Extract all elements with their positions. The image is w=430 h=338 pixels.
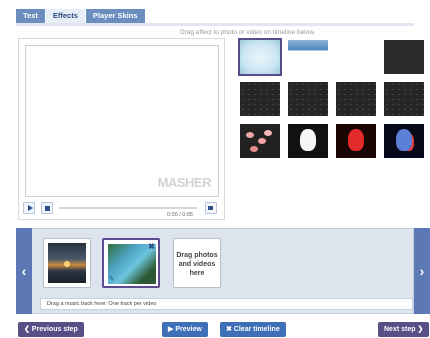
dark-effect-icon[interactable]: [384, 40, 424, 74]
tab-bar: Text Effects Player Skins: [16, 9, 145, 23]
play-button[interactable]: [23, 202, 35, 214]
music-track-drop-zone[interactable]: Drag a music track here: One track per v…: [40, 298, 413, 310]
tab-player-skins[interactable]: Player Skins: [85, 9, 145, 23]
remove-clip-icon[interactable]: ✖: [147, 242, 156, 251]
scroll-right-button[interactable]: ›: [414, 228, 430, 314]
wrench-icon[interactable]: ✎: [107, 275, 116, 284]
noise-effect-icon[interactable]: [240, 82, 280, 116]
next-step-button[interactable]: Next step ❯: [378, 322, 430, 337]
masher-editor: Text Effects Player Skins Drag effect to…: [0, 0, 430, 338]
noise-effect-icon[interactable]: [288, 82, 328, 116]
drip-effect-icon[interactable]: [288, 40, 328, 74]
masher-watermark: MASHER: [157, 175, 212, 190]
timeline-clip-sunset[interactable]: [43, 238, 91, 288]
red-face-effect-icon[interactable]: [336, 124, 376, 158]
previous-step-button[interactable]: ❮ Previous step: [18, 322, 84, 337]
timecode: 0:00 / 0:05: [167, 212, 193, 218]
scroll-left-button[interactable]: ‹: [16, 228, 32, 314]
effects-grid: [238, 38, 426, 160]
noise-effect-icon[interactable]: [384, 82, 424, 116]
flowers-effect-icon[interactable]: [240, 124, 280, 158]
clear-timeline-button[interactable]: ✖ Clear timeline: [220, 322, 286, 337]
video-player: MASHER 0:00 / 0:05: [18, 38, 225, 220]
volume-icon[interactable]: [205, 202, 217, 214]
tab-effects[interactable]: Effects: [45, 9, 85, 23]
sunset-thumbnail: [48, 243, 86, 283]
stop-button[interactable]: [41, 202, 53, 214]
player-screen[interactable]: MASHER: [25, 45, 219, 197]
effects-hint: Drag effect to photo or video on timelin…: [180, 29, 316, 36]
tab-underline: [16, 23, 414, 26]
timeline-scrubber[interactable]: [59, 207, 197, 209]
blur-effect-icon[interactable]: [238, 38, 282, 76]
bw-face-effect-icon[interactable]: [288, 124, 328, 158]
timeline-clip-pool[interactable]: ✖ ✎: [102, 238, 160, 288]
tab-text[interactable]: Text: [16, 9, 45, 23]
media-drop-zone[interactable]: Drag photos and videos here: [173, 238, 221, 288]
noise-effect-icon[interactable]: [336, 82, 376, 116]
blue-face-effect-icon[interactable]: [384, 124, 424, 158]
preview-button[interactable]: ▶ Preview: [162, 322, 208, 337]
